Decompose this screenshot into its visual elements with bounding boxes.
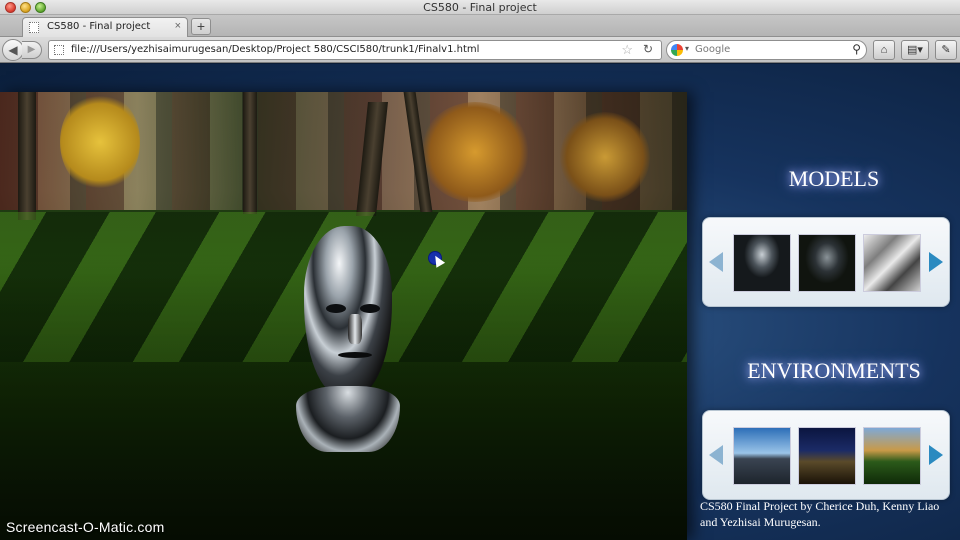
addon-button[interactable]: ✎ xyxy=(935,40,957,60)
page-content: MODELS ENVIRONMENTS xyxy=(0,64,960,540)
search-placeholder[interactable]: Google xyxy=(695,44,730,55)
window-titlebar: CS580 - Final project xyxy=(0,0,960,15)
back-button[interactable]: ◀ xyxy=(2,39,24,61)
bust-mouth xyxy=(338,352,372,358)
tree-trunk xyxy=(243,92,257,214)
carousel-next-arrow-icon[interactable] xyxy=(929,445,943,465)
reload-icon[interactable]: ↻ xyxy=(643,42,653,56)
screencast-watermark: Screencast-O-Matic.com xyxy=(6,519,165,535)
page-favicon-icon xyxy=(29,22,39,33)
tree-trunk xyxy=(18,92,36,220)
google-icon[interactable] xyxy=(671,44,683,56)
carousel-prev-arrow-icon[interactable] xyxy=(709,252,723,272)
environment-thumbnail[interactable] xyxy=(863,427,921,485)
bust-nose xyxy=(348,314,362,344)
models-heading: MODELS xyxy=(788,166,880,191)
forward-button[interactable]: ▶ xyxy=(22,41,42,59)
environments-carousel xyxy=(702,410,950,500)
tab-close-icon[interactable]: × xyxy=(175,20,181,32)
carousel-prev-arrow-icon[interactable] xyxy=(709,445,723,465)
page-favicon-icon xyxy=(54,45,64,55)
chrome-bust-model[interactable] xyxy=(296,226,400,452)
tree-foliage xyxy=(420,102,530,202)
environment-thumbnail[interactable] xyxy=(733,427,791,485)
window-title: CS580 - Final project xyxy=(423,1,537,14)
bookmark-star-icon[interactable]: ☆ xyxy=(621,42,633,58)
search-input[interactable]: ▾ Google ⚲ xyxy=(666,40,867,60)
tab-label: CS580 - Final project xyxy=(47,21,151,32)
project-credits: CS580 Final Project by Cherice Duh, Kenn… xyxy=(700,499,940,529)
bust-neck xyxy=(296,386,400,452)
environment-thumbnail[interactable] xyxy=(798,427,856,485)
url-text[interactable]: file:///Users/yezhisaimurugesan/Desktop/… xyxy=(71,44,479,55)
tree-foliage xyxy=(60,92,140,192)
bust-eye xyxy=(360,304,380,313)
tab-cs580-final-project[interactable]: CS580 - Final project × xyxy=(22,17,188,37)
search-icon[interactable]: ⚲ xyxy=(852,42,861,56)
home-button[interactable]: ⌂ xyxy=(873,40,895,60)
carousel-next-arrow-icon[interactable] xyxy=(929,252,943,272)
bust-head xyxy=(304,226,392,396)
models-carousel xyxy=(702,217,950,307)
model-thumbnail[interactable] xyxy=(863,234,921,292)
tab-bar: CS580 - Final project × + xyxy=(0,15,960,37)
new-tab-button[interactable]: + xyxy=(191,18,211,35)
bust-eye xyxy=(326,304,346,313)
search-engine-dropdown-icon[interactable]: ▾ xyxy=(685,44,689,53)
environments-heading: ENVIRONMENTS xyxy=(747,358,921,383)
navigation-toolbar: ◀ ▶ file:///Users/yezhisaimurugesan/Desk… xyxy=(0,37,960,63)
model-thumbnail[interactable] xyxy=(798,234,856,292)
model-thumbnail[interactable] xyxy=(733,234,791,292)
3d-viewport-canvas[interactable] xyxy=(0,92,687,540)
tree-foliage xyxy=(560,112,650,202)
address-bar[interactable]: file:///Users/yezhisaimurugesan/Desktop/… xyxy=(48,40,662,60)
bookmarks-button[interactable]: ▤▾ xyxy=(901,40,929,60)
